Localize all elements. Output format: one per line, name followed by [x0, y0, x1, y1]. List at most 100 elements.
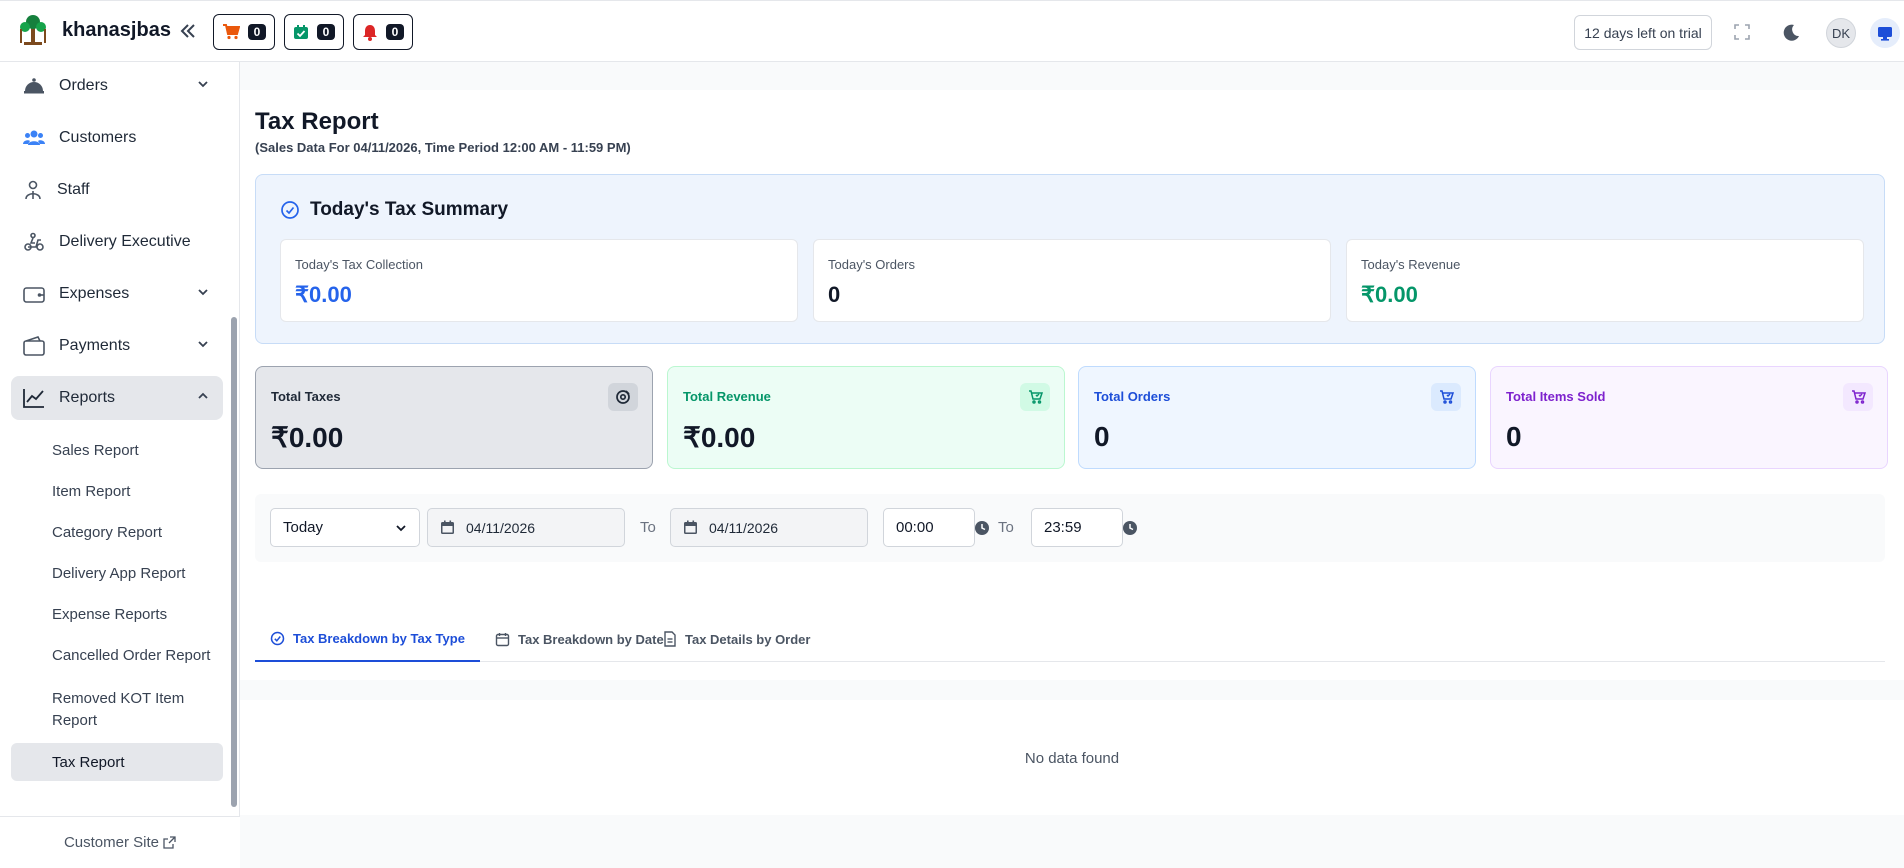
sidebar-sub-cancelled-order-report[interactable]: Cancelled Order Report	[52, 647, 210, 664]
page-subtitle: (Sales Data For 04/11/2026, Time Period …	[255, 140, 631, 155]
from-date-input[interactable]: 04/11/2026	[427, 508, 625, 547]
cart-icon	[1028, 390, 1043, 404]
document-icon	[664, 631, 676, 647]
card-value: ₹0.00	[1361, 282, 1418, 307]
customer-site-label: Customer Site	[63, 834, 160, 851]
period-select-value: Today	[283, 519, 324, 536]
sidebar-sub-tax-report[interactable]: Tax Report	[11, 743, 223, 781]
card-value: ₹0.00	[295, 282, 352, 307]
bell-icon	[363, 24, 377, 41]
fullscreen-button[interactable]	[1729, 19, 1755, 45]
from-time-value: 00:00	[896, 519, 934, 536]
tab-tax-breakdown-by-tax-type[interactable]: Tax Breakdown by Tax Type	[255, 616, 480, 662]
tab-tax-details-by-order[interactable]: Tax Details by Order	[663, 616, 810, 662]
to-time-value: 23:59	[1044, 519, 1082, 536]
revenue-icon-badge	[1020, 383, 1050, 411]
tax-summary-title: Today's Tax Summary	[310, 199, 509, 220]
stat-label: Total Orders	[1094, 389, 1171, 404]
page-title: Tax Report	[255, 108, 379, 135]
calendar-icon	[441, 520, 454, 534]
sidebar-item-orders[interactable]: Orders	[11, 64, 223, 108]
orders-button[interactable]: 0	[284, 14, 344, 50]
chevron-down-icon	[198, 341, 208, 348]
sidebar-item-staff[interactable]: Staff	[11, 168, 223, 212]
customer-site-link[interactable]: Customer Site	[0, 816, 240, 868]
sidebar-sub-removed-kot-item-report-line2[interactable]: Report	[52, 712, 97, 729]
trial-button[interactable]: 12 days left on trial	[1574, 15, 1712, 50]
report-tabs: Tax Breakdown by Tax Type Tax Breakdown …	[255, 616, 1885, 662]
cart-count: 0	[248, 24, 266, 40]
cart-button[interactable]: 0	[213, 14, 275, 50]
todays-revenue-card: Today's Revenue ₹0.00	[1346, 239, 1864, 322]
display-mode-button[interactable]	[1870, 18, 1900, 48]
cart-icon	[223, 24, 240, 40]
sidebar-item-label: Staff	[57, 181, 90, 198]
notifications-count: 0	[386, 24, 404, 40]
period-select[interactable]: Today	[270, 508, 420, 547]
sidebar-sub-delivery-app-report[interactable]: Delivery App Report	[52, 565, 185, 582]
calendar-check-icon	[294, 25, 308, 39]
to-date-value: 04/11/2026	[709, 519, 779, 536]
sidebar-scrollbar[interactable]	[231, 317, 237, 807]
chevron-down-icon	[198, 81, 208, 88]
tax-summary-panel: Today's Tax Summary Today's Tax Collecti…	[255, 174, 1885, 344]
tree-logo-icon	[20, 15, 46, 45]
monitor-icon	[1878, 26, 1892, 41]
todays-tax-collection-card: Today's Tax Collection ₹0.00	[280, 239, 798, 322]
dark-mode-toggle[interactable]	[1778, 19, 1804, 45]
filter-bar: Today 04/11/2026 To 04/11/2026 00:00 To …	[255, 494, 1885, 562]
sidebar-sub-category-report[interactable]: Category Report	[52, 524, 162, 541]
sidebar-sub-removed-kot-item-report[interactable]: Removed KOT Item	[52, 690, 184, 707]
brand[interactable]: khanasjbas	[16, 13, 171, 47]
sidebar-sub-sales-report[interactable]: Sales Report	[52, 442, 139, 459]
stat-value: 0	[1506, 421, 1522, 452]
to-date-input[interactable]: 04/11/2026	[670, 508, 868, 547]
clock-icon	[1123, 521, 1137, 535]
notifications-button[interactable]: 0	[353, 14, 413, 50]
main-content: Tax Report (Sales Data For 04/11/2026, T…	[240, 90, 1904, 815]
stat-value: 0	[1094, 421, 1110, 452]
user-avatar[interactable]: DK	[1826, 18, 1856, 48]
sidebar-item-reports[interactable]: Reports	[11, 376, 223, 420]
clock-icon	[975, 521, 989, 535]
sidebar-sub-expense-reports[interactable]: Expense Reports	[52, 606, 167, 623]
to-time-input[interactable]: 23:59	[1031, 508, 1137, 547]
chart-icon	[23, 389, 44, 408]
sidebar-item-label: Delivery Executive	[59, 233, 191, 250]
tax-summary-header: Today's Tax Summary	[280, 199, 508, 221]
stat-label: Total Items Sold	[1506, 389, 1606, 404]
staff-icon	[25, 180, 41, 200]
scooter-icon	[24, 232, 44, 251]
to-time-label: To	[998, 519, 1014, 536]
tab-label: Tax Breakdown by Tax Type	[293, 630, 465, 646]
sidebar-item-delivery-executive[interactable]: Delivery Executive	[11, 220, 223, 264]
sidebar-item-expenses[interactable]: Expenses	[11, 272, 223, 316]
from-date-value: 04/11/2026	[466, 519, 536, 536]
from-time-input[interactable]: 00:00	[883, 508, 989, 547]
card-label: Today's Orders	[828, 257, 916, 272]
total-revenue-card: Total Revenue ₹0.00	[667, 366, 1065, 469]
tab-label: Tax Details by Order	[685, 631, 811, 647]
expand-icon	[1734, 24, 1750, 40]
chevron-down-icon	[198, 289, 208, 296]
card-value: 0	[828, 282, 841, 307]
sidebar-item-label: Reports	[59, 389, 116, 406]
card-label: Today's Revenue	[1361, 257, 1461, 272]
stat-label: Total Taxes	[271, 389, 341, 404]
sidebar-item-label: Payments	[59, 337, 131, 354]
sidebar-sub-item-report[interactable]: Item Report	[52, 483, 130, 500]
card-label: Today's Tax Collection	[295, 257, 423, 272]
cloche-icon	[24, 78, 44, 94]
tab-label: Tax Breakdown by Date	[518, 631, 664, 647]
wallet2-icon	[23, 336, 45, 356]
sidebar-item-customers[interactable]: Customers	[11, 116, 223, 160]
stat-value: ₹0.00	[683, 422, 756, 453]
collapse-sidebar-button[interactable]	[174, 17, 202, 45]
wallet-icon	[23, 287, 45, 303]
stat-value: ₹0.00	[271, 422, 344, 453]
sidebar-item-payments[interactable]: Payments	[11, 324, 223, 368]
tax-icon-badge	[608, 383, 638, 411]
sidebar-item-label: Orders	[59, 77, 108, 94]
tab-tax-breakdown-by-date[interactable]: Tax Breakdown by Date	[495, 616, 664, 662]
items-icon-badge	[1843, 383, 1873, 411]
